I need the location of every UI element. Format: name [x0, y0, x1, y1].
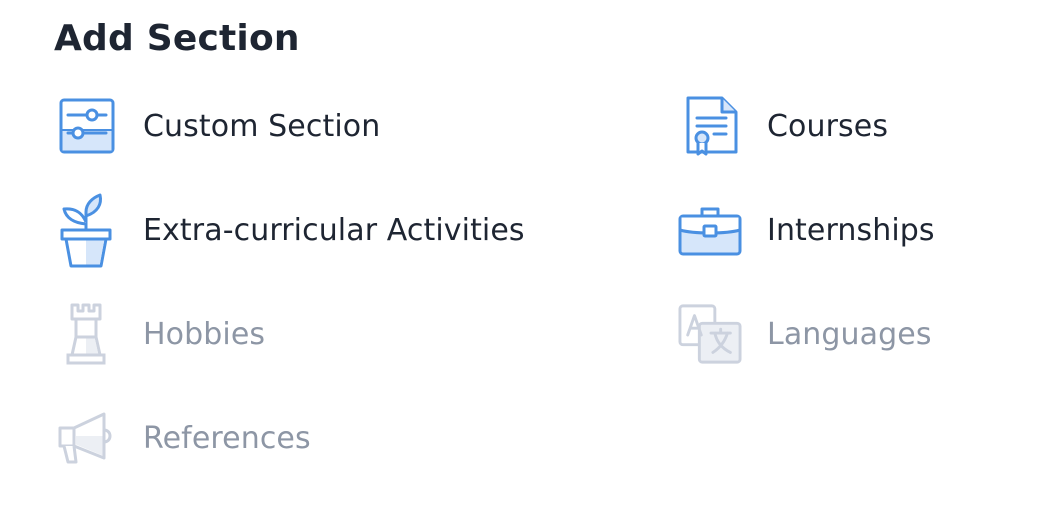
- add-languages-button[interactable]: Languages: [678, 294, 932, 374]
- section-label: Languages: [767, 316, 932, 352]
- section-label: Hobbies: [143, 316, 266, 352]
- sliders-icon: [54, 86, 118, 166]
- add-extra-curricular-activities-button[interactable]: Extra-curricular Activities: [54, 190, 525, 270]
- add-custom-section-button[interactable]: Custom Section: [54, 86, 380, 166]
- add-references-button[interactable]: References: [54, 398, 311, 478]
- chess-rook-icon: [54, 294, 118, 374]
- certificate-icon: [678, 86, 742, 166]
- add-hobbies-button[interactable]: Hobbies: [54, 294, 265, 374]
- translate-icon: [678, 294, 742, 374]
- plant-pot-icon: [54, 190, 118, 270]
- add-courses-button[interactable]: Courses: [678, 86, 888, 166]
- section-label: References: [143, 420, 311, 456]
- megaphone-icon: [54, 398, 118, 478]
- section-title: Add Section: [54, 18, 300, 59]
- section-label: Internships: [767, 212, 935, 248]
- briefcase-icon: [678, 190, 742, 270]
- section-label: Courses: [767, 108, 889, 144]
- add-internships-button[interactable]: Internships: [678, 190, 935, 270]
- section-label: Custom Section: [143, 108, 381, 144]
- section-label: Extra-curricular Activities: [143, 212, 525, 248]
